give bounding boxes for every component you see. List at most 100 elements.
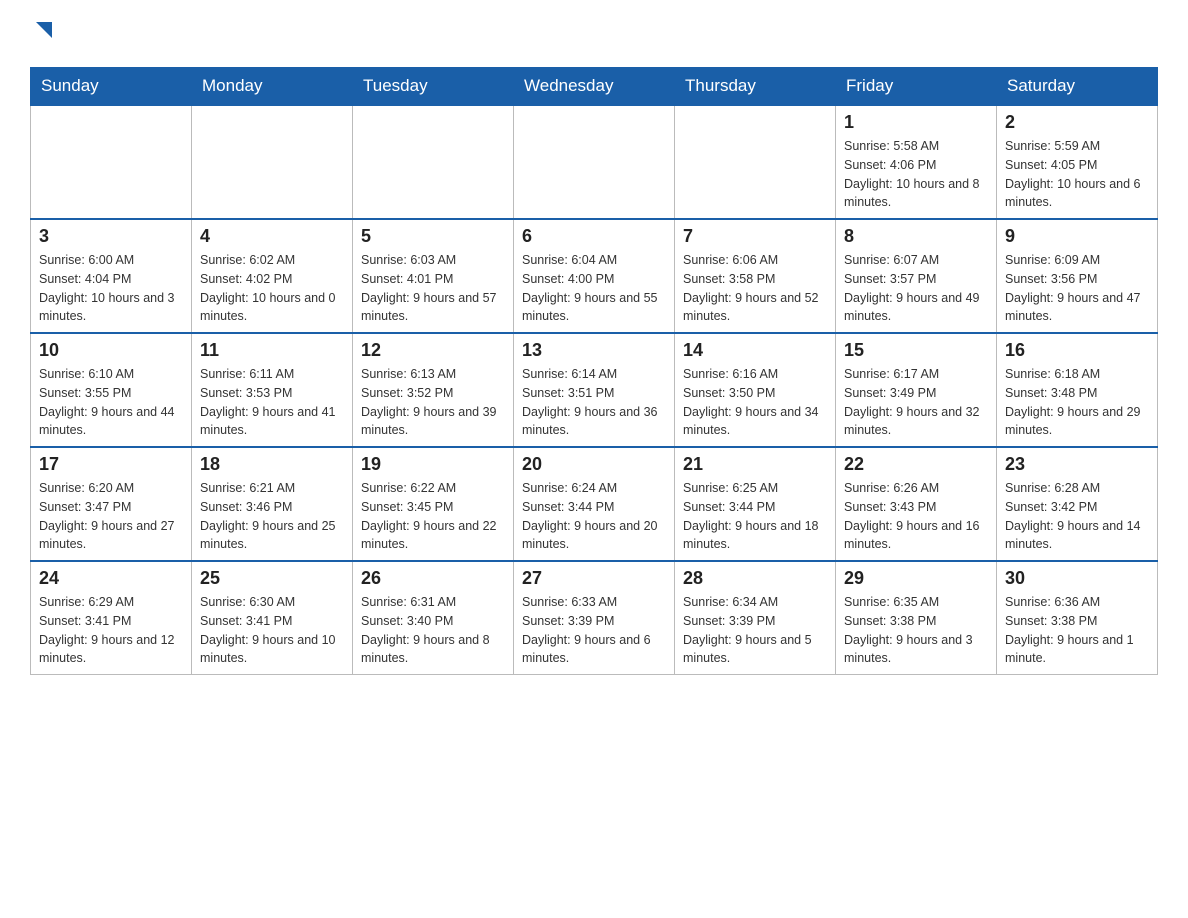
day-info: Sunrise: 6:11 AMSunset: 3:53 PMDaylight:… <box>200 365 344 440</box>
day-info: Sunrise: 6:30 AMSunset: 3:41 PMDaylight:… <box>200 593 344 668</box>
day-number: 30 <box>1005 568 1149 589</box>
calendar-day-cell: 18 Sunrise: 6:21 AMSunset: 3:46 PMDayligh… <box>192 447 353 561</box>
day-number: 10 <box>39 340 183 361</box>
day-number: 22 <box>844 454 988 475</box>
day-info: Sunrise: 5:58 AMSunset: 4:06 PMDaylight:… <box>844 137 988 212</box>
day-info: Sunrise: 6:00 AMSunset: 4:04 PMDaylight:… <box>39 251 183 326</box>
calendar-day-cell: 15 Sunrise: 6:17 AMSunset: 3:49 PMDayligh… <box>836 333 997 447</box>
calendar-day-cell: 14Sunrise: 6:16 AMSunset: 3:50 PMDayligh… <box>675 333 836 447</box>
calendar-day-cell: 7 Sunrise: 6:06 AMSunset: 3:58 PMDaylight… <box>675 219 836 333</box>
calendar-day-cell: 9Sunrise: 6:09 AMSunset: 3:56 PMDaylight… <box>997 219 1158 333</box>
calendar-header-row: SundayMondayTuesdayWednesdayThursdayFrid… <box>31 68 1158 106</box>
calendar-day-cell: 19 Sunrise: 6:22 AMSunset: 3:45 PMDayligh… <box>353 447 514 561</box>
day-info: Sunrise: 6:14 AMSunset: 3:51 PMDaylight:… <box>522 365 666 440</box>
day-number: 4 <box>200 226 344 247</box>
day-of-week-header: Sunday <box>31 68 192 106</box>
day-info: Sunrise: 6:22 AMSunset: 3:45 PMDaylight:… <box>361 479 505 554</box>
day-info: Sunrise: 6:21 AMSunset: 3:46 PMDaylight:… <box>200 479 344 554</box>
day-number: 19 <box>361 454 505 475</box>
day-of-week-header: Friday <box>836 68 997 106</box>
calendar-day-cell: 1 Sunrise: 5:58 AMSunset: 4:06 PMDaylight… <box>836 105 997 219</box>
day-of-week-header: Saturday <box>997 68 1158 106</box>
day-number: 13 <box>522 340 666 361</box>
calendar-day-cell: 4Sunrise: 6:02 AMSunset: 4:02 PMDaylight… <box>192 219 353 333</box>
day-number: 25 <box>200 568 344 589</box>
day-of-week-header: Wednesday <box>514 68 675 106</box>
calendar-day-cell: 12Sunrise: 6:13 AMSunset: 3:52 PMDayligh… <box>353 333 514 447</box>
calendar-day-cell <box>675 105 836 219</box>
calendar-day-cell: 3 Sunrise: 6:00 AMSunset: 4:04 PMDaylight… <box>31 219 192 333</box>
day-info: Sunrise: 6:18 AMSunset: 3:48 PMDaylight:… <box>1005 365 1149 440</box>
calendar-day-cell: 24 Sunrise: 6:29 AMSunset: 3:41 PMDayligh… <box>31 561 192 675</box>
calendar-table: SundayMondayTuesdayWednesdayThursdayFrid… <box>30 67 1158 675</box>
day-number: 27 <box>522 568 666 589</box>
day-info: Sunrise: 6:34 AMSunset: 3:39 PMDaylight:… <box>683 593 827 668</box>
calendar-day-cell: 29Sunrise: 6:35 AMSunset: 3:38 PMDayligh… <box>836 561 997 675</box>
calendar-day-cell: 13 Sunrise: 6:14 AMSunset: 3:51 PMDayligh… <box>514 333 675 447</box>
day-info: Sunrise: 6:07 AMSunset: 3:57 PMDaylight:… <box>844 251 988 326</box>
day-number: 1 <box>844 112 988 133</box>
day-info: Sunrise: 5:59 AMSunset: 4:05 PMDaylight:… <box>1005 137 1149 212</box>
calendar-day-cell: 2Sunrise: 5:59 AMSunset: 4:05 PMDaylight… <box>997 105 1158 219</box>
calendar-day-cell: 27 Sunrise: 6:33 AMSunset: 3:39 PMDayligh… <box>514 561 675 675</box>
day-number: 16 <box>1005 340 1149 361</box>
calendar-day-cell: 17 Sunrise: 6:20 AMSunset: 3:47 PMDayligh… <box>31 447 192 561</box>
calendar-day-cell: 26 Sunrise: 6:31 AMSunset: 3:40 PMDayligh… <box>353 561 514 675</box>
day-number: 21 <box>683 454 827 475</box>
calendar-day-cell <box>31 105 192 219</box>
day-number: 24 <box>39 568 183 589</box>
calendar-day-cell: 11Sunrise: 6:11 AMSunset: 3:53 PMDayligh… <box>192 333 353 447</box>
day-info: Sunrise: 6:29 AMSunset: 3:41 PMDaylight:… <box>39 593 183 668</box>
calendar-day-cell: 5 Sunrise: 6:03 AMSunset: 4:01 PMDaylight… <box>353 219 514 333</box>
calendar-week-row: 3 Sunrise: 6:00 AMSunset: 4:04 PMDaylight… <box>31 219 1158 333</box>
calendar-day-cell: 25 Sunrise: 6:30 AMSunset: 3:41 PMDayligh… <box>192 561 353 675</box>
calendar-day-cell: 8 Sunrise: 6:07 AMSunset: 3:57 PMDaylight… <box>836 219 997 333</box>
calendar-day-cell <box>514 105 675 219</box>
calendar-day-cell: 22 Sunrise: 6:26 AMSunset: 3:43 PMDayligh… <box>836 447 997 561</box>
calendar-week-row: 10 Sunrise: 6:10 AMSunset: 3:55 PMDayligh… <box>31 333 1158 447</box>
day-info: Sunrise: 6:16 AMSunset: 3:50 PMDaylight:… <box>683 365 827 440</box>
day-of-week-header: Thursday <box>675 68 836 106</box>
calendar-day-cell: 16 Sunrise: 6:18 AMSunset: 3:48 PMDayligh… <box>997 333 1158 447</box>
calendar-week-row: 17 Sunrise: 6:20 AMSunset: 3:47 PMDayligh… <box>31 447 1158 561</box>
day-of-week-header: Monday <box>192 68 353 106</box>
day-number: 18 <box>200 454 344 475</box>
day-info: Sunrise: 6:06 AMSunset: 3:58 PMDaylight:… <box>683 251 827 326</box>
day-number: 9 <box>1005 226 1149 247</box>
logo-triangle-icon <box>32 20 54 42</box>
day-number: 6 <box>522 226 666 247</box>
calendar-day-cell: 6 Sunrise: 6:04 AMSunset: 4:00 PMDaylight… <box>514 219 675 333</box>
day-of-week-header: Tuesday <box>353 68 514 106</box>
day-number: 5 <box>361 226 505 247</box>
calendar-day-cell <box>353 105 514 219</box>
day-info: Sunrise: 6:04 AMSunset: 4:00 PMDaylight:… <box>522 251 666 326</box>
day-number: 3 <box>39 226 183 247</box>
calendar-day-cell <box>192 105 353 219</box>
day-number: 20 <box>522 454 666 475</box>
day-info: Sunrise: 6:03 AMSunset: 4:01 PMDaylight:… <box>361 251 505 326</box>
day-info: Sunrise: 6:35 AMSunset: 3:38 PMDaylight:… <box>844 593 988 668</box>
calendar-day-cell: 30Sunrise: 6:36 AMSunset: 3:38 PMDayligh… <box>997 561 1158 675</box>
day-number: 15 <box>844 340 988 361</box>
calendar-day-cell: 10 Sunrise: 6:10 AMSunset: 3:55 PMDayligh… <box>31 333 192 447</box>
day-number: 17 <box>39 454 183 475</box>
day-number: 7 <box>683 226 827 247</box>
page-header <box>30 20 1158 47</box>
day-info: Sunrise: 6:13 AMSunset: 3:52 PMDaylight:… <box>361 365 505 440</box>
day-info: Sunrise: 6:24 AMSunset: 3:44 PMDaylight:… <box>522 479 666 554</box>
day-info: Sunrise: 6:33 AMSunset: 3:39 PMDaylight:… <box>522 593 666 668</box>
day-info: Sunrise: 6:25 AMSunset: 3:44 PMDaylight:… <box>683 479 827 554</box>
day-number: 23 <box>1005 454 1149 475</box>
day-info: Sunrise: 6:28 AMSunset: 3:42 PMDaylight:… <box>1005 479 1149 554</box>
calendar-day-cell: 23 Sunrise: 6:28 AMSunset: 3:42 PMDayligh… <box>997 447 1158 561</box>
day-info: Sunrise: 6:26 AMSunset: 3:43 PMDaylight:… <box>844 479 988 554</box>
day-info: Sunrise: 6:17 AMSunset: 3:49 PMDaylight:… <box>844 365 988 440</box>
logo <box>30 20 54 47</box>
calendar-day-cell: 20 Sunrise: 6:24 AMSunset: 3:44 PMDayligh… <box>514 447 675 561</box>
day-number: 8 <box>844 226 988 247</box>
day-info: Sunrise: 6:20 AMSunset: 3:47 PMDaylight:… <box>39 479 183 554</box>
calendar-week-row: 1 Sunrise: 5:58 AMSunset: 4:06 PMDaylight… <box>31 105 1158 219</box>
day-number: 26 <box>361 568 505 589</box>
day-info: Sunrise: 6:31 AMSunset: 3:40 PMDaylight:… <box>361 593 505 668</box>
day-info: Sunrise: 6:10 AMSunset: 3:55 PMDaylight:… <box>39 365 183 440</box>
